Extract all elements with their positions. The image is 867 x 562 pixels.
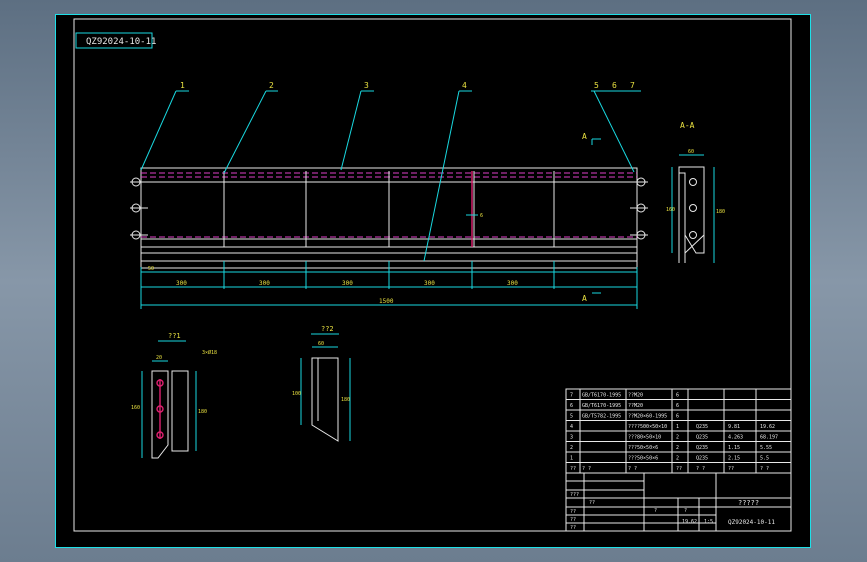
bom-cell: ??M20 [628,393,643,399]
detail-1-dim-right: 180 [198,409,207,415]
tb-cell-7: ? [684,508,687,514]
dim-seg-2: 300 [259,280,270,287]
weight-value: 19.62 [682,519,697,525]
tb-cell-3: ?? [570,517,576,523]
balloon-1: 1 [180,81,185,90]
bom-cell: 6 [570,403,573,409]
tb-cell-1: ??? [570,492,579,498]
cad-drawing: QZ92024-10-11 1 2 3 4 5 6 7 A A 300 300 … [73,18,792,532]
detail-1-dim-left: 160 [131,405,140,411]
section-dim-left: 160 [666,207,675,213]
bolt-group-right [630,177,648,240]
bom-cell: Q235 [696,435,708,441]
balloon-2: 2 [269,81,274,90]
bom-cell: Q235 [696,424,708,430]
bom-cell: 5 [570,414,573,420]
detail-2-dim-right: 180 [341,397,350,403]
bom-cell: 4.263 [728,435,743,441]
bom-header-cell: ?? [728,466,734,472]
bom-cell: 6 [676,403,679,409]
bom-cell: 6 [676,414,679,420]
section-view-aa: A-A 60 160 180 [666,121,725,263]
section-letter-bottom: A [582,294,587,303]
bom-cell: 2.15 [728,456,740,462]
detail-1-dim-top: 20 [156,355,162,361]
bom-cell: 9.81 [728,424,740,430]
bom-cell: ???50×50×6 [628,445,658,451]
bom-header-cell: ? ? [582,466,591,472]
bom-cell: 68.197 [760,435,778,441]
dim-left-small: 50 [148,266,154,272]
dim-mid-small: 6 [480,213,483,219]
scale-value: 1:5 [704,519,713,525]
balloon-leaders: 1 2 3 4 5 6 7 [140,81,641,262]
tb-cell-2: ?? [570,509,576,515]
bom-cell: GB/T6170-1995 [582,403,621,409]
bom-cell: 5.55 [760,445,772,451]
bom-cell: ??M20 [628,403,643,409]
part-name: ????? [738,499,759,507]
dim-seg-5: 300 [507,280,518,287]
balloon-5: 5 [594,81,599,90]
bom-header-cell: ?? [676,466,682,472]
bom-cell: ????500×50×10 [628,424,667,430]
bom-cell: 4 [570,424,573,430]
main-view: 1 2 3 4 5 6 7 A A 300 300 300 300 300 15… [130,81,648,309]
detail-1: ??1 3×Ø18 160 180 20 [131,332,217,459]
section-dim-top: 60 [688,149,694,155]
bolt-group-left [130,177,148,240]
detail-1-note: 3×Ø18 [202,349,217,356]
bom-cell: 1 [676,424,679,430]
balloon-4: 4 [462,81,467,90]
bom-cell: Q235 [696,456,708,462]
bom-cell: 2 [676,435,679,441]
balloon-7: 7 [630,81,635,90]
bom-header-cell: ? ? [696,466,705,472]
dim-seg-1: 300 [176,280,187,287]
bom-cell: 2 [676,456,679,462]
drawing-sheet: QZ92024-10-11 1 2 3 4 5 6 7 A A 300 300 … [55,14,811,548]
drawing-number: QZ92024-10-11 [728,519,775,526]
balloon-3: 3 [364,81,369,90]
bom-cell: ???50×50×6 [628,456,658,462]
detail-2-dim-left: 100 [292,391,301,397]
bom-cell: GB/T6170-1995 [582,393,621,399]
tb-cell-5: ?? [589,500,595,506]
title-stamp-text: QZ92024-10-11 [86,37,156,47]
bom-header-cell: ? ? [628,466,637,472]
detail-2: ??2 60 100 180 [292,325,351,442]
inner-frame [73,18,792,532]
dim-seg-3: 300 [342,280,353,287]
bom-header-cell: ? ? [760,466,769,472]
bom-cell: GB/T5782-1995 [582,414,621,420]
bom-cell: 2 [676,445,679,451]
section-dim-right: 180 [716,209,725,215]
bom-cell: ???80×50×10 [628,435,661,441]
detail-1-title: ??1 [168,332,181,340]
detail-2-dim-top: 60 [318,341,324,347]
bom-cell: 6 [676,393,679,399]
bom-cell: 1 [570,456,573,462]
bom-cell: ??M20×60-1995 [628,414,667,420]
bom-cell: 7 [570,393,573,399]
bom-cell: Q235 [696,445,708,451]
bom-cell: 1.15 [728,445,740,451]
bom-cell: 5.5 [760,456,769,462]
section-letter-top: A [582,132,587,141]
bom-cell: 2 [570,445,573,451]
bom-header-cell: ?? [570,466,576,472]
title-block: ????? QZ92024-10-11 19.62 1:5 ??? ?? ?? … [565,472,792,532]
bill-of-materials: 7 GB/T6170-1995 ??M20 6 6 GB/T6170-1995 ??M20 6… [565,388,792,474]
section-view-label: A-A [680,121,695,130]
detail-2-title: ??2 [321,325,334,333]
tb-cell-4: ?? [570,525,576,531]
dim-overall: 1500 [379,298,394,305]
bom-cell: 3 [570,435,573,441]
tb-cell-6: ? [654,508,657,514]
dim-seg-4: 300 [424,280,435,287]
balloon-6: 6 [612,81,617,90]
bom-cell: 19.62 [760,424,775,430]
